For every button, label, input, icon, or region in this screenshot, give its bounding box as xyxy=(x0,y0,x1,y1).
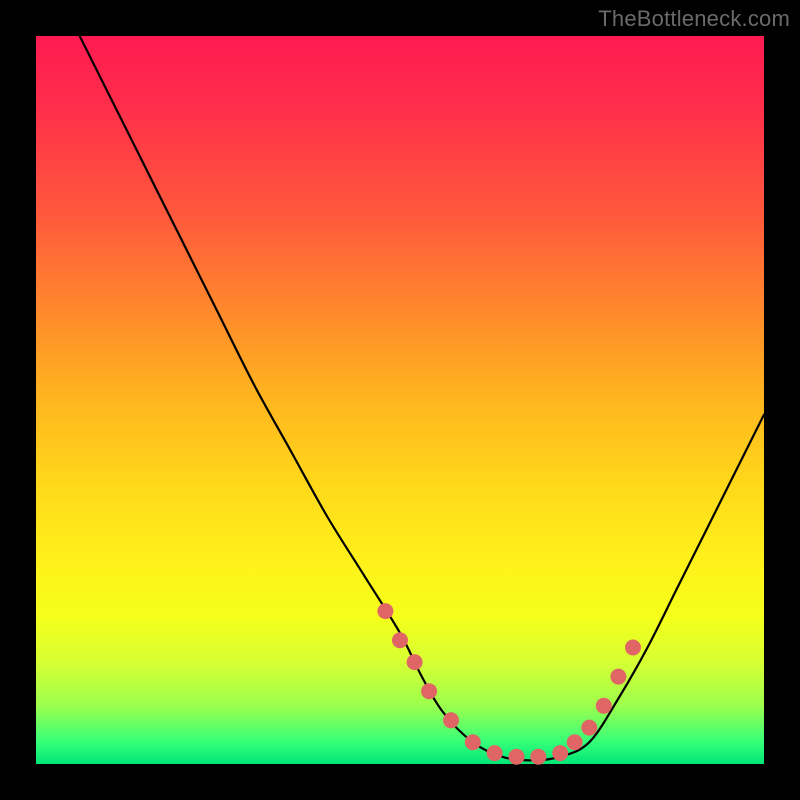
curve-svg xyxy=(36,36,764,764)
marker-dot xyxy=(530,749,546,765)
marker-dot xyxy=(610,669,626,685)
plot-area xyxy=(36,36,764,764)
marker-dot xyxy=(567,734,583,750)
marker-dot xyxy=(443,712,459,728)
marker-dot xyxy=(487,745,503,761)
marker-dots-group xyxy=(377,603,641,765)
bottleneck-curve xyxy=(80,36,764,760)
marker-dot xyxy=(596,698,612,714)
marker-dot xyxy=(625,640,641,656)
marker-dot xyxy=(552,745,568,761)
watermark-text: TheBottleneck.com xyxy=(598,6,790,32)
marker-dot xyxy=(509,749,525,765)
marker-dot xyxy=(377,603,393,619)
marker-dot xyxy=(421,683,437,699)
marker-dot xyxy=(392,632,408,648)
marker-dot xyxy=(407,654,423,670)
marker-dot xyxy=(465,734,481,750)
marker-dot xyxy=(581,720,597,736)
chart-frame: TheBottleneck.com xyxy=(0,0,800,800)
